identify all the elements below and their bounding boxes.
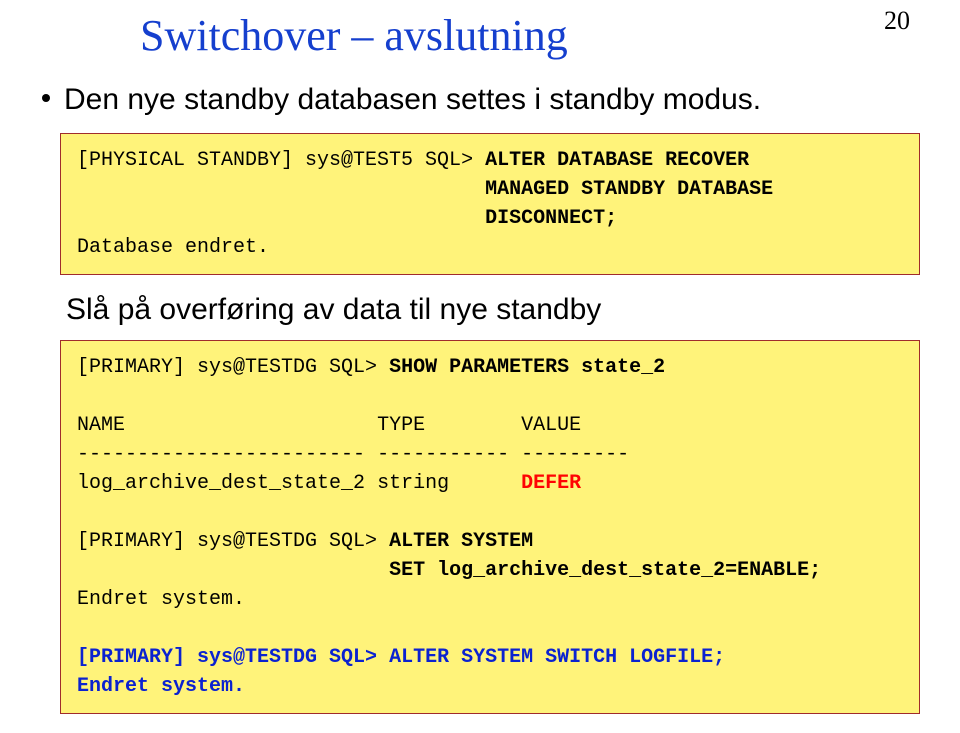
code2-row-value: DEFER [521, 472, 581, 495]
code2-resp3: Endret system. [77, 675, 245, 698]
code2-cmd2-p1: ALTER SYSTEM [389, 530, 533, 553]
code2-prompt2: [PRIMARY] sys@TESTDG SQL> [77, 530, 389, 553]
code1-prompt1: [PHYSICAL STANDBY] sys@TEST5 SQL> [77, 149, 485, 172]
slide-title: Switchover – avslutning [140, 10, 920, 61]
code-block-1: [PHYSICAL STANDBY] sys@TEST5 SQL> ALTER … [60, 133, 920, 275]
code2-sep1: ------------------------ [77, 443, 365, 466]
code2-cmd3: ALTER SYSTEM SWITCH LOGFILE; [389, 646, 725, 669]
code1-cmd1-p1: ALTER DATABASE RECOVER [485, 149, 749, 172]
code2-hdr-value: VALUE [521, 414, 581, 437]
code1-cmd1-p3: DISCONNECT; [485, 207, 617, 230]
bullet-dot-icon [42, 94, 50, 102]
code2-row-type: string [377, 472, 449, 495]
code2-cmd2-p2: SET log_archive_dest_state_2=ENABLE; [389, 559, 821, 582]
code2-sep2: ----------- [377, 443, 509, 466]
code-block-2: [PRIMARY] sys@TESTDG SQL> SHOW PARAMETER… [60, 340, 920, 714]
code2-hdr-name: NAME [77, 414, 125, 437]
sub-text: Slå på overføring av data til nye standb… [66, 291, 920, 329]
code2-prompt1: [PRIMARY] sys@TESTDG SQL> [77, 356, 389, 379]
code1-resp1: Database endret. [77, 236, 269, 259]
code2-resp2: Endret system. [77, 588, 245, 611]
slide-container: 20 Switchover – avslutning Den nye stand… [0, 0, 960, 733]
code2-cmd1: SHOW PARAMETERS state_2 [389, 356, 665, 379]
code2-prompt3: [PRIMARY] sys@TESTDG SQL> [77, 646, 389, 669]
bullet-item-1: Den nye standby databasen settes i stand… [42, 81, 920, 119]
page-number: 20 [884, 6, 910, 36]
code2-sep3: --------- [521, 443, 629, 466]
code2-hdr-type: TYPE [377, 414, 425, 437]
code2-row-name: log_archive_dest_state_2 [77, 472, 365, 495]
code1-cmd1-p2: MANAGED STANDBY DATABASE [485, 178, 773, 201]
bullet-text-1: Den nye standby databasen settes i stand… [64, 81, 761, 119]
